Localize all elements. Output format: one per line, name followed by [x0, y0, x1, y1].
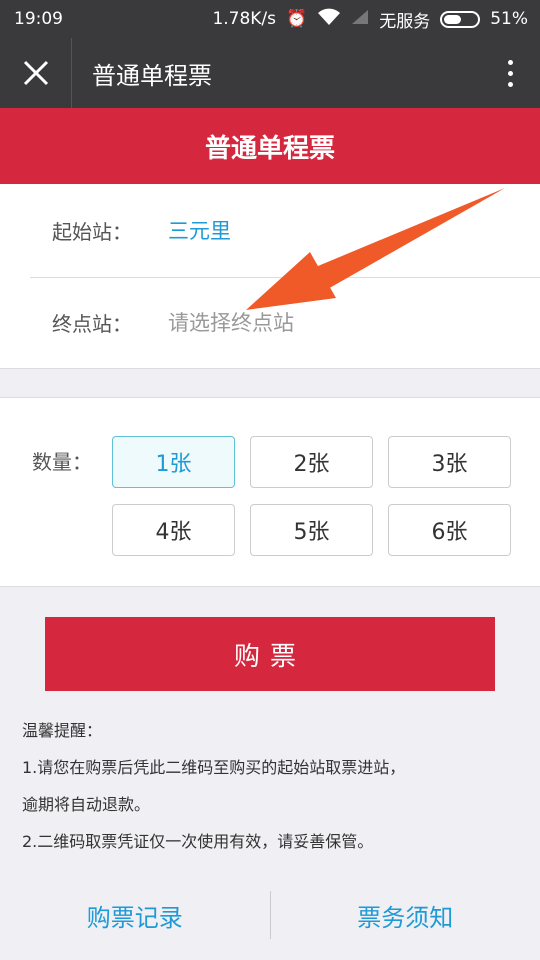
notice-line: 2.二维码取票凭证仅一次使用有效，请妥善保管。 [22, 832, 374, 851]
quantity-options: 1张 2张 3张 4张 5张 6张 [112, 436, 511, 556]
notice-title: 温馨提醒： [22, 721, 103, 740]
signal-icon [351, 9, 369, 30]
bottom-nav: 购票记录 票务须知 [0, 888, 540, 942]
quantity-option[interactable]: 6张 [388, 504, 511, 556]
page-title: 普通单程票 [92, 61, 212, 90]
battery-percent: 51% [490, 9, 528, 29]
purchase-history-link[interactable]: 购票记录 [0, 898, 270, 933]
quantity-option[interactable]: 4张 [112, 504, 235, 556]
network-speed: 1.78K/s [212, 9, 277, 29]
quantity-option[interactable]: 1张 [112, 436, 235, 488]
end-station-label: 终点站： [52, 311, 132, 336]
divider [30, 277, 540, 278]
station-card: 起始站： 三元里 终点站： 请选择终点站 [0, 184, 540, 369]
status-bar: 19:09 1.78K/s ⏰ 无服务 51% [0, 0, 540, 38]
start-station-row[interactable]: 起始站： 三元里 [0, 184, 540, 276]
quantity-card: 数量： 1张 2张 3张 4张 5张 6张 [0, 397, 540, 587]
battery-icon [440, 10, 481, 28]
quantity-option[interactable]: 5张 [250, 504, 373, 556]
status-time: 19:09 [14, 9, 63, 29]
quantity-option[interactable]: 3张 [388, 436, 511, 488]
quantity-label: 数量： [32, 450, 92, 474]
buy-ticket-button[interactable]: 购票 [45, 617, 495, 691]
alarm-icon: ⏰ [286, 9, 308, 29]
notice-line: 逾期将自动退款。 [22, 795, 151, 814]
carrier-text: 无服务 [379, 11, 431, 32]
notice-line: 1.请您在购票后凭此二维码至购买的起始站取票进站， [22, 758, 406, 777]
wifi-icon [317, 8, 341, 31]
notice: 温馨提醒： 1.请您在购票后凭此二维码至购买的起始站取票进站， 逾期将自动退款。… [22, 712, 405, 860]
end-station-select[interactable]: 请选择终点站 [168, 307, 294, 337]
ticket-header: 普通单程票 [0, 108, 540, 184]
start-station-label: 起始站： [52, 219, 132, 244]
close-icon[interactable] [0, 38, 72, 108]
more-vertical-icon[interactable] [480, 59, 540, 87]
titlebar: 普通单程票 [0, 38, 540, 108]
quantity-option[interactable]: 2张 [250, 436, 373, 488]
end-station-row[interactable]: 终点站： 请选择终点站 [0, 276, 540, 368]
start-station-value[interactable]: 三元里 [168, 215, 231, 245]
ticket-info-link[interactable]: 票务须知 [271, 898, 540, 933]
